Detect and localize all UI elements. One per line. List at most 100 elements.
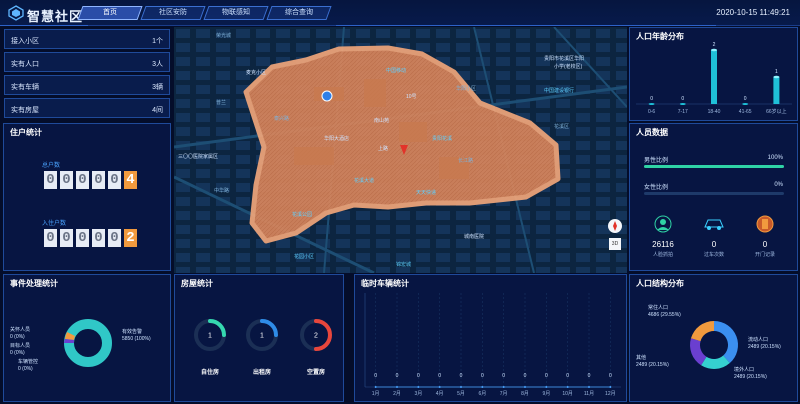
summary-label: 接入小区 (11, 38, 39, 45)
summary-row[interactable]: 实有人口 3人 (4, 52, 170, 72)
age-tick-label: 41-65 (739, 109, 752, 115)
vehicle-point-value: 0 (524, 373, 527, 379)
housing-ring-arc (314, 319, 332, 351)
people-data-panel: 人员数据 男性比例 100% 女性比例 0% 26116 人脸抓拍 0 过车次数… (629, 123, 798, 271)
counter-digit: 0 (76, 171, 89, 189)
map-label: 中国移动 (386, 68, 407, 74)
vehicle-point-value: 0 (417, 373, 420, 379)
summary-row[interactable]: 实有车辆 3辆 (4, 75, 170, 95)
header-divider (0, 25, 88, 26)
legend-value: 2489 (20.15%) (734, 374, 767, 380)
legend-name: 车辆管控 (18, 359, 39, 365)
panel-title: 临时车辆统计 (361, 279, 409, 288)
occupied-households-label: 入住户数 (42, 221, 67, 227)
map-label: 小学(老校区) (554, 64, 583, 70)
metric-value: 26116 (652, 240, 674, 249)
age-bar (773, 77, 780, 104)
legend-entry: 关怀人员 0 (0%) (10, 327, 30, 341)
panel-title: 房屋统计 (181, 279, 213, 288)
legend-name: 关怀人员 (10, 327, 31, 333)
vehicle-tick-label: 7月 (500, 391, 508, 397)
vehicle-point-value: 0 (502, 373, 505, 379)
map-label: 上路 (378, 146, 389, 152)
summary-row[interactable]: 实有房屋 4间 (4, 98, 170, 118)
map-label: 三〇〇医院家属区 (178, 154, 219, 160)
male-ratio-fill (644, 165, 784, 168)
legend-value: 0 (0%) (18, 366, 33, 372)
tab-community-security[interactable]: 社区安防 (140, 6, 206, 20)
legend-value: 2489 (20.15%) (636, 362, 669, 368)
legend-entry: 流动人口 2489 (20.15%) (748, 337, 781, 351)
vehicle-tick-label: 6月 (478, 391, 486, 397)
population-structure-panel: 人口结构分布 常住人口 4686 (29.55%) 流动人口 2489 (20.… (629, 274, 798, 402)
tab-label: 社区安防 (159, 9, 187, 16)
male-ratio-value: 100% (767, 155, 783, 161)
map-label: 中华路 (214, 188, 230, 194)
structure-donut-chart (690, 321, 738, 369)
housing-panel: 房屋统计 1 1 2 自住房 出租房 空置房 (174, 274, 344, 402)
tab-general-query[interactable]: 综合查询 (266, 6, 332, 20)
panel-title: 事件处理统计 (10, 279, 58, 288)
app-title: 智慧社区 (27, 9, 84, 24)
housing-ring-arc (208, 319, 226, 337)
legend-entry: 其他 2489 (20.15%) (636, 355, 669, 369)
map-label: 锦宏城 (396, 262, 412, 268)
metric-label: 人脸抓拍 (652, 252, 673, 258)
legend-name: 目标人员 (10, 343, 31, 349)
vehicle-tick-label: 3月 (414, 391, 422, 397)
female-ratio-track (644, 192, 784, 195)
panel-title: 人口年龄分布 (636, 32, 684, 41)
summary-row[interactable]: 接入小区 1个 (4, 29, 170, 49)
vehicle-point-value: 0 (460, 373, 463, 379)
housing-label: 自住房 (200, 370, 219, 376)
community-map[interactable]: 荣光城 麦克小区 普兰 泰兴路 贵阳市花溪区华阳 小学(老校区) 中国移动 三〇… (174, 27, 627, 273)
age-bar (711, 50, 717, 104)
map-label: 贵阳市花溪区华阳 (544, 56, 585, 62)
tab-home[interactable]: 首页 (77, 6, 143, 20)
total-households-label: 总户数 (42, 163, 61, 169)
legend-name: 流动人口 (748, 337, 769, 343)
vehicle-tick-label: 9月 (542, 391, 550, 397)
map-label: 贵阳花溪 (432, 136, 453, 142)
counter-digit: 0 (108, 171, 121, 189)
map-label: 普兰 (216, 100, 227, 106)
vehicle-point-value: 0 (545, 373, 548, 379)
map-label: 麦克小区 (246, 70, 267, 76)
age-bar (648, 103, 655, 105)
metric-value: 0 (762, 240, 768, 249)
map-label: 城南医院 (464, 234, 485, 240)
vehicle-tick-label: 11月 (584, 391, 594, 397)
summary-value: 3辆 (152, 84, 163, 91)
legend-entry: 有效告警 5850 (100%) (122, 329, 151, 343)
vehicle-point-value: 0 (374, 373, 377, 379)
summary-label: 实有车辆 (11, 84, 39, 91)
housing-ring-charts: 1 1 2 (194, 319, 332, 351)
age-bar-value: 0 (681, 96, 684, 102)
map-label: 花园小区 (294, 254, 315, 260)
male-ratio-label: 男性比例 (644, 158, 669, 164)
counter-digit: 2 (124, 229, 137, 247)
vehicle-tick-label: 5月 (457, 391, 465, 397)
housing-ring-value: 1 (208, 333, 212, 340)
map-label: 中国建设银行 (544, 88, 575, 94)
age-bar-value: 2 (713, 42, 716, 48)
compass-icon[interactable] (608, 219, 622, 233)
age-bar-value: 0 (650, 96, 653, 102)
age-distribution-panel: 人口年龄分布 0 0-6 0 7-17 2 18-40 0 41-65 1 66岁以上 (629, 27, 798, 121)
age-bar-value: 0 (744, 96, 747, 102)
legend-value: 2489 (20.15%) (748, 344, 781, 350)
legend-entry: 车辆管控 0 (0%) (18, 359, 38, 373)
3d-toggle-button[interactable]: 3D (609, 238, 621, 250)
map-label: 华阳大酒店 (324, 136, 350, 142)
tab-label: 综合查询 (285, 9, 313, 16)
counter-digit: 0 (76, 229, 89, 247)
car-icon (704, 219, 724, 230)
vehicle-tick-label: 4月 (436, 391, 444, 397)
age-bar (679, 103, 686, 105)
panel-title: 人员数据 (636, 128, 668, 137)
counter-digit: 0 (60, 229, 73, 247)
donut-slice (690, 321, 714, 342)
tab-iot-sensing[interactable]: 物联感知 (203, 6, 269, 20)
female-ratio-label: 女性比例 (644, 185, 669, 191)
summary-panel: 接入小区 1个 实有人口 3人 实有车辆 3辆 实有房屋 4间 (1, 27, 173, 123)
